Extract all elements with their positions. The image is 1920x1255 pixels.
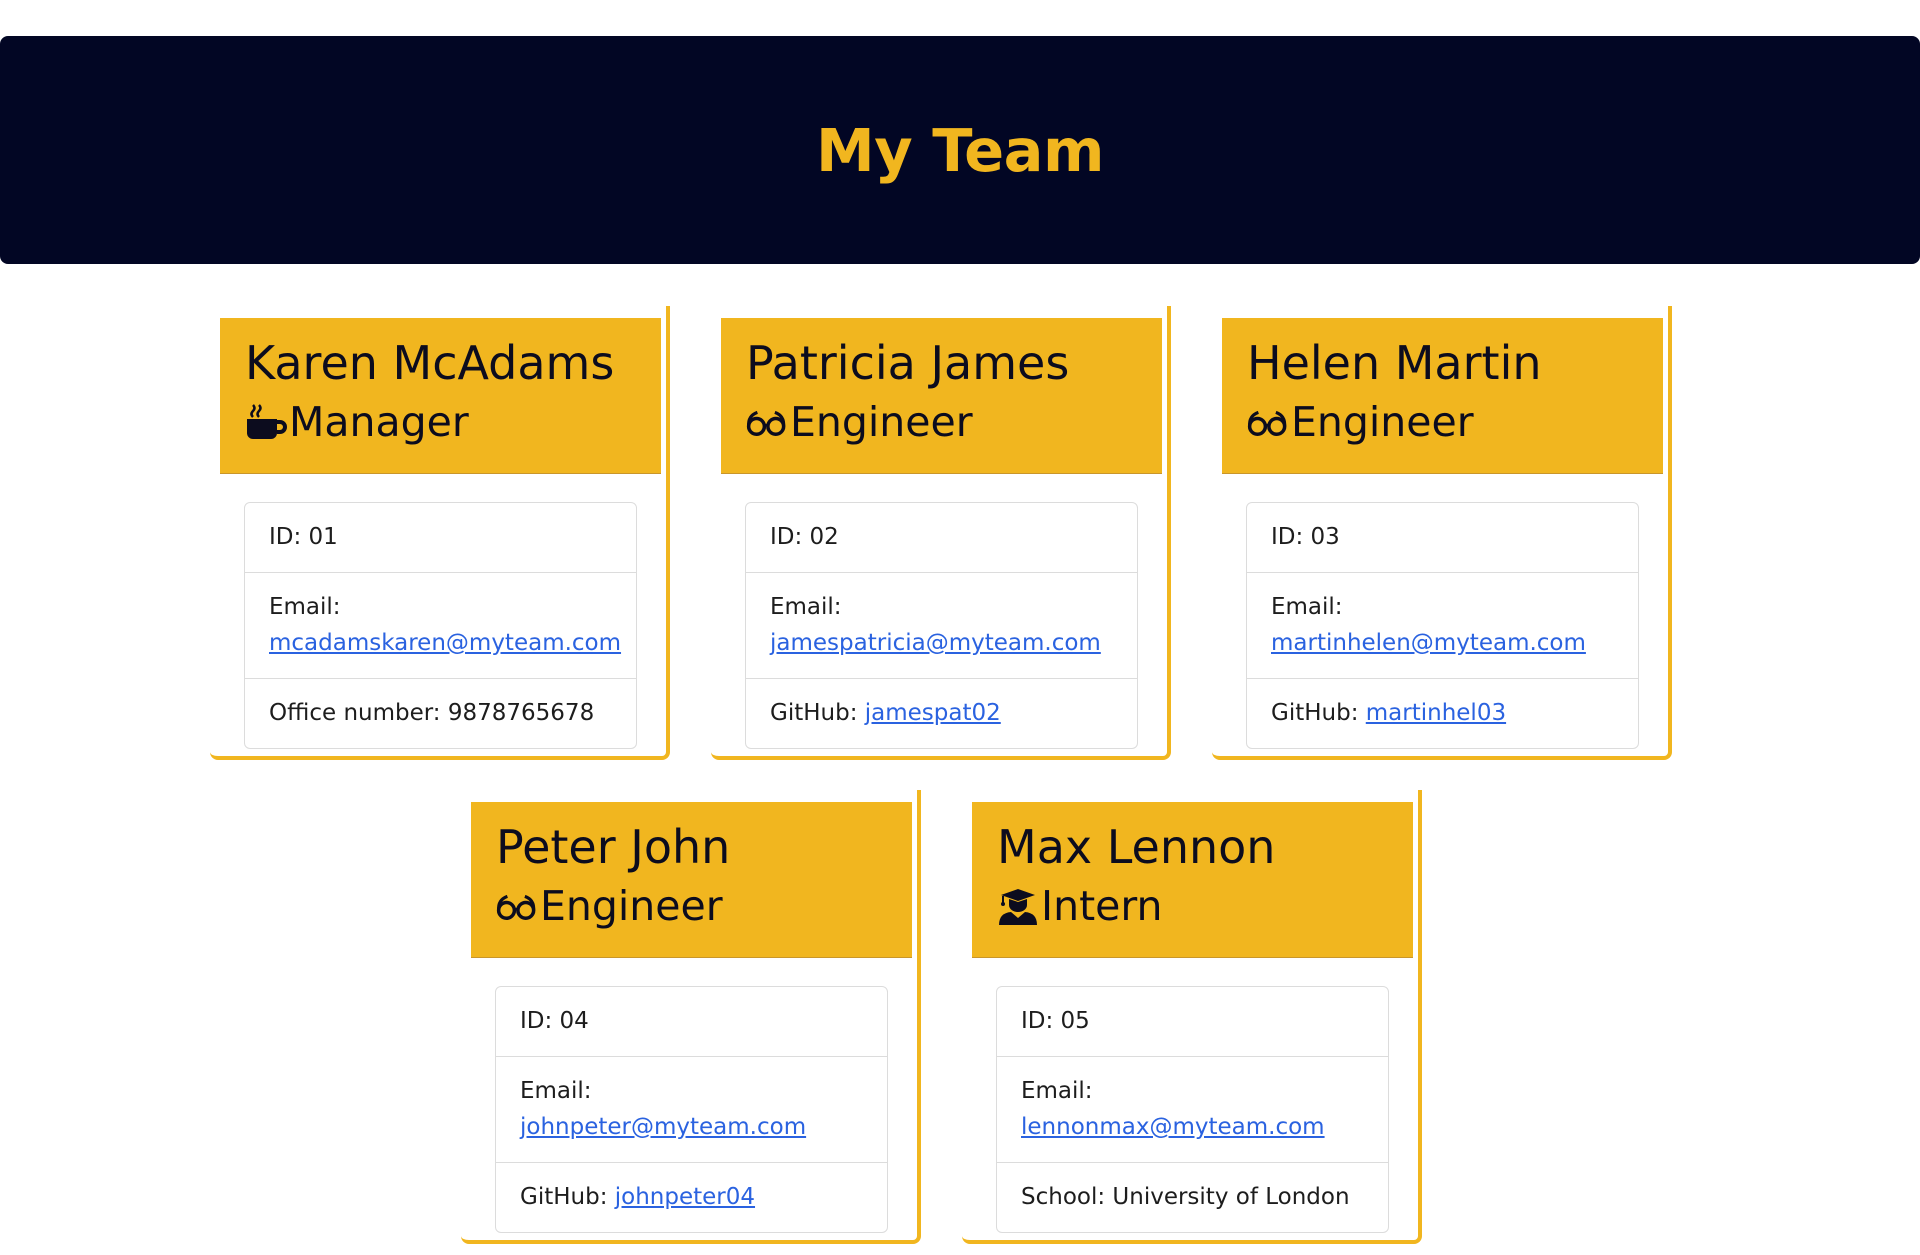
email-item: Email: jamespatricia@myteam.com [746,572,1137,678]
glasses-icon [746,401,788,443]
info-list: ID: 04 Email: johnpeter@myteam.com GitHu… [495,986,888,1233]
email-link[interactable]: lennonmax@myteam.com [1021,1114,1325,1140]
employee-name: Patricia James [746,336,1070,390]
page-header: My Team [0,36,1920,264]
email-label: Email: [269,594,341,620]
role-label: Engineer [1291,398,1474,446]
github-item: GitHub: johnpeter04 [496,1162,887,1232]
employee-card-manager: Karen McAdams Manager ID: 01 Email: mcad… [210,306,670,760]
email-label: Email: [1021,1078,1093,1104]
github-link[interactable]: jamespat02 [865,700,1001,726]
role-label: Intern [1041,882,1163,930]
school-item: School: University of London [997,1162,1388,1232]
employee-card-intern: Max Lennon Intern ID: 05 Email: lennonma… [962,790,1422,1244]
card-header: Peter John Engineer [471,802,912,958]
email-item: Email: lennonmax@myteam.com [997,1056,1388,1162]
employee-name: Max Lennon [997,820,1276,874]
github-item: GitHub: martinhel03 [1247,678,1638,748]
email-label: Email: [1271,594,1343,620]
employee-name: Peter John [496,820,731,874]
employee-card-engineer: Helen Martin Engineer ID: 03 Email: mart… [1212,306,1672,760]
page-title: My Team [816,115,1104,185]
email-link[interactable]: johnpeter@myteam.com [520,1114,806,1140]
office-number-item: Office number: 9878765678 [245,678,636,748]
email-link[interactable]: mcadamskaren@myteam.com [269,630,621,656]
info-list: ID: 03 Email: martinhelen@myteam.com Git… [1246,502,1639,749]
github-item: GitHub: jamespat02 [746,678,1137,748]
role-label: Engineer [540,882,723,930]
employee-name: Karen McAdams [245,336,615,390]
github-link[interactable]: johnpeter04 [615,1184,755,1210]
role-label: Engineer [790,398,973,446]
card-header: Max Lennon Intern [972,802,1413,958]
github-label: GitHub: [520,1184,608,1210]
email-label: Email: [770,594,842,620]
card-header: Patricia James Engineer [721,318,1162,474]
coffee-mug-icon [245,401,287,443]
github-label: GitHub: [1271,700,1359,726]
employee-role: Engineer [496,878,912,934]
email-item: Email: mcadamskaren@myteam.com [245,572,636,678]
id-item: ID: 05 [1021,1008,1090,1034]
info-list: ID: 01 Email: mcadamskaren@myteam.com Of… [244,502,637,749]
employee-role: Intern [997,878,1413,934]
email-item: Email: martinhelen@myteam.com [1247,572,1638,678]
email-link[interactable]: martinhelen@myteam.com [1271,630,1586,656]
graduate-icon [997,885,1039,927]
employee-role: Engineer [746,394,1162,450]
id-item: ID: 03 [1271,524,1340,550]
employee-name: Helen Martin [1247,336,1542,390]
card-header: Karen McAdams Manager [220,318,661,474]
id-item: ID: 04 [520,1008,589,1034]
employee-role: Manager [245,394,661,450]
glasses-icon [1247,401,1289,443]
employee-role: Engineer [1247,394,1663,450]
info-list: ID: 05 Email: lennonmax@myteam.com Schoo… [996,986,1389,1233]
role-label: Manager [289,398,469,446]
email-item: Email: johnpeter@myteam.com [496,1056,887,1162]
email-label: Email: [520,1078,592,1104]
card-header: Helen Martin Engineer [1222,318,1663,474]
id-item: ID: 01 [269,524,338,550]
id-item: ID: 02 [770,524,839,550]
employee-card-engineer: Patricia James Engineer ID: 02 Email: ja… [711,306,1171,760]
github-link[interactable]: martinhel03 [1366,700,1506,726]
employee-card-engineer: Peter John Engineer ID: 04 Email: johnpe… [461,790,921,1244]
email-link[interactable]: jamespatricia@myteam.com [770,630,1101,656]
glasses-icon [496,885,538,927]
github-label: GitHub: [770,700,858,726]
info-list: ID: 02 Email: jamespatricia@myteam.com G… [745,502,1138,749]
